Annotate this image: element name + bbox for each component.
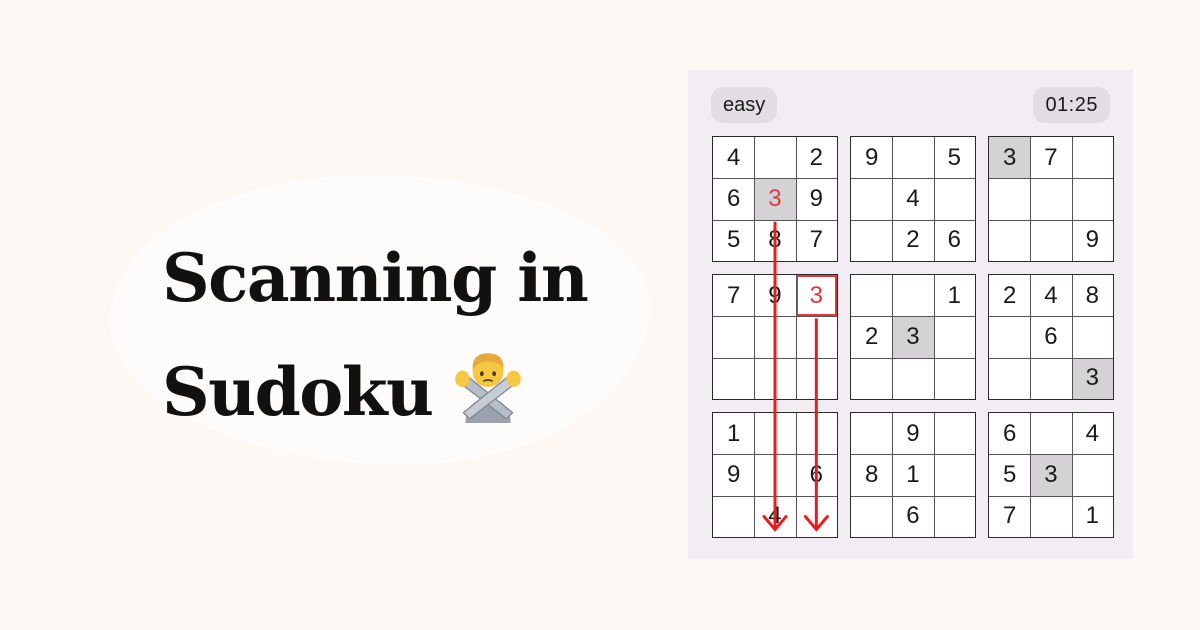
sudoku-box: 645371: [988, 412, 1114, 538]
headline-line-2: Sudoku: [162, 336, 632, 450]
headline-line-1: Scanning in: [162, 239, 589, 317]
box-grid-lines: [851, 413, 975, 537]
sudoku-box: 123: [850, 274, 976, 400]
sudoku-grid: 4263958795426379 79312324863 1964981664537…: [712, 136, 1114, 538]
person-gesturing-no-emoji: [454, 352, 521, 423]
sudoku-box: 95426: [850, 136, 976, 262]
game-timer: 01:25: [1033, 87, 1110, 123]
sudoku-box: 793: [712, 274, 838, 400]
sudoku-box: 42639587: [712, 136, 838, 262]
headline-word-sudoku: Sudoku: [162, 352, 434, 431]
box-grid-lines: [713, 137, 837, 261]
sudoku-box: 1964: [712, 412, 838, 538]
sudoku-box: 379: [988, 136, 1114, 262]
sudoku-box: 24863: [988, 274, 1114, 400]
box-grid-lines: [713, 275, 837, 399]
box-grid-lines: [851, 275, 975, 399]
headline: Scanning in Sudoku: [162, 222, 632, 449]
sudoku-app-panel: easy 01:25 4263958795426379 79312324863 19…: [688, 70, 1133, 559]
sudoku-box: 9816: [850, 412, 976, 538]
box-grid-lines: [989, 275, 1113, 399]
difficulty-badge[interactable]: easy: [711, 87, 778, 123]
box-grid-lines: [713, 413, 837, 537]
box-grid-lines: [851, 137, 975, 261]
box-grid-lines: [989, 413, 1113, 537]
box-grid-lines: [989, 137, 1113, 261]
